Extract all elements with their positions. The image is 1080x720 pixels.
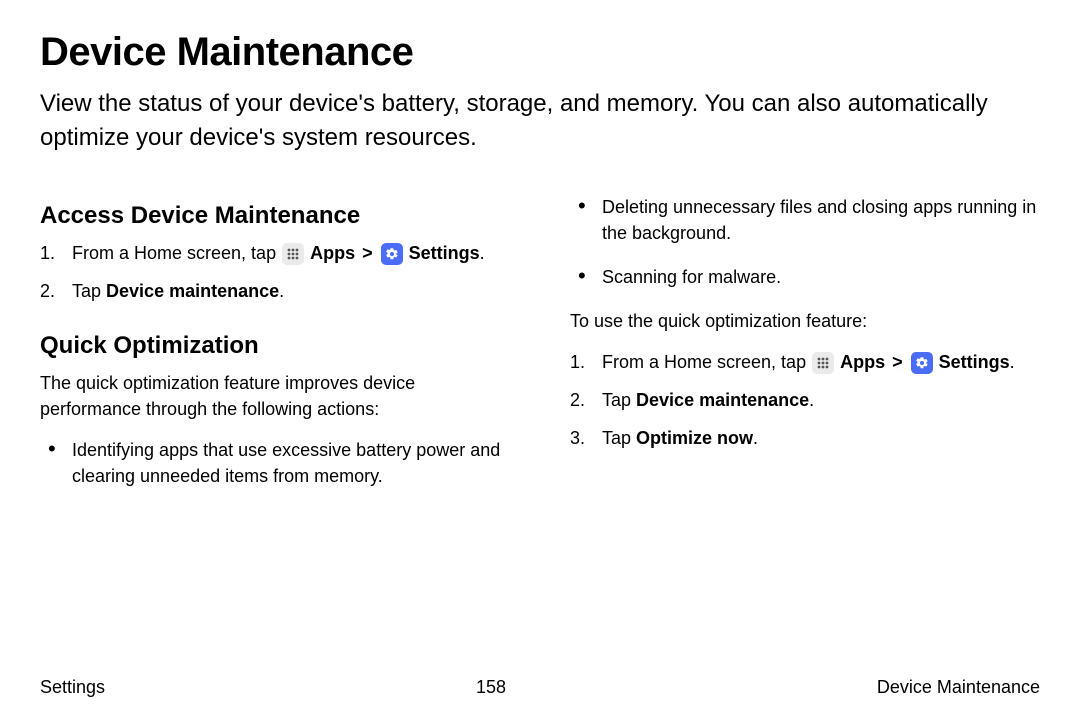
step-text: .	[1010, 352, 1015, 372]
quick-step-2: Tap Device maintenance.	[570, 387, 1040, 413]
footer-left: Settings	[40, 677, 105, 698]
chevron-right-icon: >	[362, 243, 373, 263]
settings-icon	[381, 243, 403, 265]
quick-bullets-left: Identifying apps that use excessive batt…	[40, 437, 510, 489]
quick-intro: The quick optimization feature improves …	[40, 370, 510, 422]
step-text: Tap	[602, 390, 636, 410]
footer-right: Device Maintenance	[877, 677, 1040, 698]
step-text: .	[753, 428, 758, 448]
step-text: From a Home screen, tap	[602, 352, 811, 372]
step-text: .	[809, 390, 814, 410]
right-column: Deleting unnecessary files and closing a…	[570, 194, 1040, 507]
left-column: Access Device Maintenance From a Home sc…	[40, 194, 510, 507]
section-access-heading: Access Device Maintenance	[40, 202, 510, 230]
step-text: .	[480, 243, 485, 263]
access-step-1: From a Home screen, tap Apps > Settings.	[40, 240, 510, 266]
quick-lead: To use the quick optimization feature:	[570, 308, 1040, 334]
apps-icon	[812, 352, 834, 374]
section-quick-heading: Quick Optimization	[40, 332, 510, 360]
access-step-2: Tap Device maintenance.	[40, 278, 510, 304]
quick-steps: From a Home screen, tap Apps > Settings.…	[570, 349, 1040, 451]
intro-text: View the status of your device's battery…	[40, 87, 1040, 154]
settings-label: Settings	[409, 243, 480, 263]
access-steps: From a Home screen, tap Apps > Settings.…	[40, 240, 510, 304]
footer-page-number: 158	[476, 677, 506, 698]
settings-label: Settings	[939, 352, 1010, 372]
page-footer: Settings 158 Device Maintenance	[40, 677, 1040, 698]
step-text: From a Home screen, tap	[72, 243, 281, 263]
bullet-item: Scanning for malware.	[570, 264, 1040, 290]
step-text: Tap	[72, 281, 106, 301]
page-title: Device Maintenance	[40, 30, 1040, 75]
content-columns: Access Device Maintenance From a Home sc…	[40, 194, 1040, 507]
settings-icon	[911, 352, 933, 374]
quick-step-3: Tap Optimize now.	[570, 425, 1040, 451]
apps-icon	[282, 243, 304, 265]
bullet-item: Identifying apps that use excessive batt…	[40, 437, 510, 489]
step-bold: Device maintenance	[636, 390, 809, 410]
quick-step-1: From a Home screen, tap Apps > Settings.	[570, 349, 1040, 375]
apps-label: Apps	[310, 243, 355, 263]
bullet-item: Deleting unnecessary files and closing a…	[570, 194, 1040, 246]
step-bold: Optimize now	[636, 428, 753, 448]
quick-bullets-right: Deleting unnecessary files and closing a…	[570, 194, 1040, 290]
apps-label: Apps	[840, 352, 885, 372]
step-text: Tap	[602, 428, 636, 448]
chevron-right-icon: >	[892, 352, 903, 372]
step-text: .	[279, 281, 284, 301]
step-bold: Device maintenance	[106, 281, 279, 301]
